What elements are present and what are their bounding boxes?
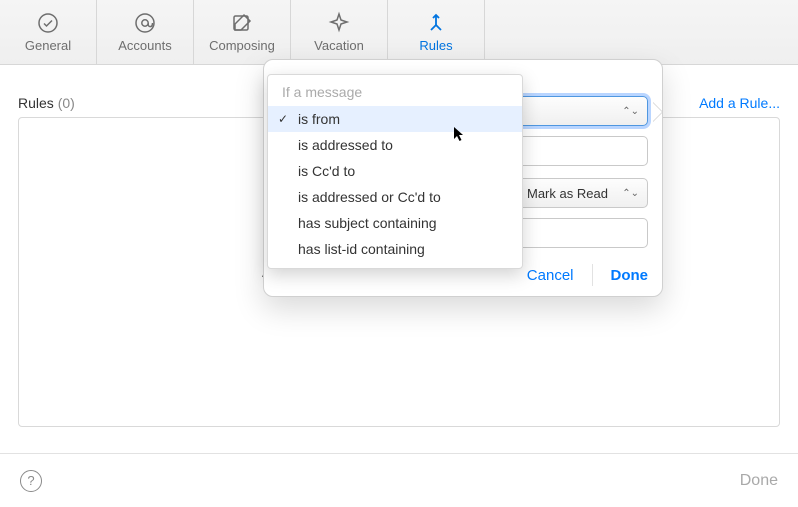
- rules-title: Rules (0): [18, 95, 75, 111]
- chevron-updown-icon: ⌃⌄: [622, 188, 639, 199]
- dropdown-item[interactable]: is addressed to: [268, 132, 522, 158]
- rules-count: (0): [58, 95, 75, 111]
- dropdown-item-label: is addressed or Cc'd to: [298, 189, 441, 205]
- checkmark-icon: ✓: [278, 112, 288, 126]
- tab-label: General: [25, 38, 71, 53]
- dropdown-item-label: is from: [298, 111, 340, 127]
- footer-done-button[interactable]: Done: [740, 472, 778, 490]
- dropdown-item[interactable]: is Cc'd to: [268, 158, 522, 184]
- action-select-value: Mark as Read: [527, 186, 608, 201]
- tab-composing[interactable]: Composing: [194, 0, 291, 64]
- compose-icon: [230, 11, 254, 35]
- dropdown-item[interactable]: has list-id containing: [268, 236, 522, 262]
- tab-rules[interactable]: Rules: [388, 0, 485, 64]
- airplane-icon: [327, 11, 351, 35]
- preferences-tabbar: General Accounts Composing Vacation Rule…: [0, 0, 798, 65]
- dropdown-item[interactable]: has subject containing: [268, 210, 522, 236]
- add-rule-link[interactable]: Add a Rule...: [699, 95, 780, 111]
- dropdown-item-label: is addressed to: [298, 137, 393, 153]
- dropdown-item[interactable]: ✓ is from: [268, 106, 522, 132]
- dropdown-item-label: is Cc'd to: [298, 163, 355, 179]
- tab-label: Rules: [419, 38, 452, 53]
- tab-general[interactable]: General: [0, 0, 97, 64]
- tab-vacation[interactable]: Vacation: [291, 0, 388, 64]
- condition-dropdown: If a message ✓ is from is addressed to i…: [267, 74, 523, 269]
- at-sign-icon: [133, 11, 157, 35]
- action-select[interactable]: Mark as Read ⌃⌄: [518, 178, 648, 208]
- checkmark-circle-icon: [36, 11, 60, 35]
- dropdown-header: If a message: [268, 79, 522, 106]
- help-icon[interactable]: ?: [20, 470, 42, 492]
- rules-title-text: Rules: [18, 95, 54, 111]
- done-button[interactable]: Done: [611, 267, 649, 284]
- separator: [592, 264, 593, 286]
- chevron-updown-icon: ⌃⌄: [622, 106, 639, 117]
- cancel-button[interactable]: Cancel: [527, 267, 574, 284]
- tab-label: Composing: [209, 38, 275, 53]
- dropdown-item[interactable]: is addressed or Cc'd to: [268, 184, 522, 210]
- rules-arrows-icon: [424, 11, 448, 35]
- dropdown-item-label: has list-id containing: [298, 241, 425, 257]
- dropdown-item-label: has subject containing: [298, 215, 437, 231]
- tab-accounts[interactable]: Accounts: [97, 0, 194, 64]
- window-footer: ? Done: [0, 453, 798, 507]
- tab-label: Accounts: [118, 38, 171, 53]
- tab-label: Vacation: [314, 38, 364, 53]
